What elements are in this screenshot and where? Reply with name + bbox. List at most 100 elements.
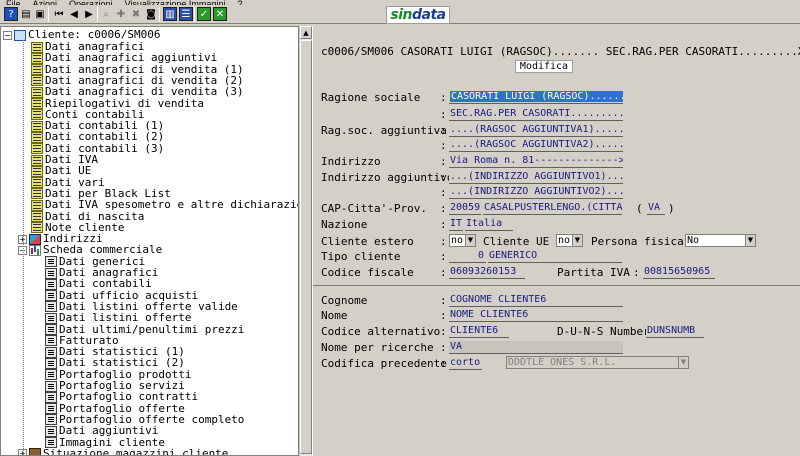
scroll-up-icon[interactable]: ▲ bbox=[300, 26, 312, 39]
label-cognome: Cognome bbox=[321, 294, 368, 307]
colon: : bbox=[440, 235, 447, 248]
colon: : bbox=[440, 250, 447, 263]
cliente-ue-select[interactable]: no ▼ bbox=[556, 234, 583, 247]
confirm-icon[interactable]: ✓ bbox=[197, 7, 211, 21]
form-icon bbox=[31, 75, 43, 87]
ragione-sociale-field-2[interactable]: SEC.RAG.PER CASORATI.........X bbox=[449, 108, 623, 121]
customer-icon bbox=[14, 29, 26, 41]
codice-fiscale-field[interactable]: 06093260153 bbox=[449, 266, 525, 279]
page-icon bbox=[45, 312, 57, 324]
rag-soc-aggiuntiva-field-2[interactable]: ....(RAGSOC AGGIUNTIVA2)...... bbox=[449, 139, 623, 152]
form-icon bbox=[31, 109, 43, 121]
codifica-precedente-field[interactable]: corto bbox=[449, 357, 482, 370]
colon: : bbox=[440, 108, 447, 121]
list-icon[interactable]: ☰ bbox=[179, 7, 193, 21]
label-cliente-ue: Cliente UE : bbox=[483, 235, 563, 248]
form-icon bbox=[31, 177, 43, 189]
page-icon bbox=[45, 335, 57, 347]
form-icon bbox=[31, 211, 43, 222]
codice-alternativo-field[interactable]: CLIENTE6 bbox=[449, 325, 509, 338]
page-icon bbox=[45, 403, 57, 415]
toolbar-separator bbox=[159, 7, 160, 22]
label-partita-iva: Partita IVA bbox=[557, 266, 630, 279]
codifica-precedente-select: DDDTLE ONES S.R.L. ▼ bbox=[506, 356, 689, 369]
cap-field[interactable]: 20059 bbox=[449, 202, 481, 215]
cliente-estero-value: no bbox=[451, 235, 464, 246]
form-icon bbox=[31, 154, 43, 166]
toolbar-separator bbox=[194, 7, 195, 22]
label-indirizzo: Indirizzo bbox=[321, 155, 381, 168]
page-icon bbox=[45, 267, 57, 279]
colon: : bbox=[440, 266, 447, 279]
form-icon bbox=[31, 143, 43, 155]
rag-soc-aggiuntiva-field-1[interactable]: ....(RAGSOC AGGIUNTIVA1)...... bbox=[449, 124, 623, 137]
provincia-field[interactable]: VA bbox=[647, 202, 665, 215]
nome-per-ricerche-field[interactable]: VA bbox=[449, 341, 623, 354]
indirizzo-aggiuntivo-field-1[interactable]: ...(INDIRIZZO AGGIUNTIVO1).... bbox=[449, 171, 623, 184]
paren-open: ( bbox=[636, 202, 643, 215]
cancel-icon[interactable]: ✕ bbox=[213, 7, 227, 21]
label-persona-fisica: Persona fisica : bbox=[591, 235, 697, 248]
ragione-sociale-field-1[interactable]: CASORATI LUIGI (RAGSOC)....... bbox=[449, 91, 623, 104]
colon: : bbox=[440, 218, 447, 231]
collapse-icon[interactable]: − bbox=[3, 30, 12, 40]
delete-icon[interactable]: ✖ bbox=[129, 7, 143, 21]
indirizzo-aggiuntivo-field-2[interactable]: ...(INDIRIZZO AGGIUNTIVO2).... bbox=[449, 186, 623, 199]
camera-icon[interactable]: ◙ bbox=[144, 7, 158, 21]
toolbar-separator bbox=[97, 7, 98, 22]
form-icon bbox=[31, 98, 43, 109]
window-icon[interactable]: ▥ bbox=[163, 7, 177, 21]
tree-item[interactable]: + Situazione magazzini cliente bbox=[18, 446, 229, 456]
label-cliente-estero: Cliente estero bbox=[321, 235, 414, 248]
print-icon[interactable]: ▤ bbox=[19, 7, 33, 21]
page-icon bbox=[45, 391, 57, 403]
persona-fisica-select[interactable]: No ▼ bbox=[685, 234, 756, 247]
search-icon[interactable]: ⌕ bbox=[99, 7, 113, 21]
chevron-down-icon[interactable]: ▼ bbox=[465, 235, 475, 246]
page-icon bbox=[45, 346, 57, 358]
paren-close: ) bbox=[668, 202, 675, 215]
scroll-thumb[interactable] bbox=[300, 40, 312, 454]
nazione-name-field: Italia bbox=[465, 218, 513, 231]
label-codice-fiscale: Codice fiscale bbox=[321, 266, 414, 279]
form-icon bbox=[31, 199, 43, 211]
save-icon[interactable]: ▣ bbox=[33, 7, 47, 21]
duns-number-field[interactable]: DUNSNUMB bbox=[646, 325, 704, 338]
chevron-down-icon[interactable]: ▼ bbox=[745, 235, 755, 246]
cognome-field[interactable]: COGNOME CLIENTE6 bbox=[449, 294, 623, 307]
form-icon bbox=[31, 222, 43, 234]
previous-record-icon[interactable]: ◀ bbox=[67, 7, 81, 21]
form-icon bbox=[31, 188, 43, 200]
page-icon bbox=[45, 278, 57, 290]
colon: : bbox=[440, 155, 447, 168]
colon: : bbox=[440, 294, 447, 307]
citta-field[interactable]: CASALPUSTERLENGO.(CITTA) bbox=[483, 202, 622, 215]
label-codifica-precedente: Codifica precedente bbox=[321, 357, 447, 370]
cliente-estero-select[interactable]: no ▼ bbox=[449, 234, 476, 247]
help-icon[interactable]: ? bbox=[4, 7, 18, 21]
label-nome-per-ricerche: Nome per ricerche bbox=[321, 341, 434, 354]
next-record-icon[interactable]: ▶ bbox=[82, 7, 96, 21]
label-codice-alternativo: Codice alternativo bbox=[321, 325, 441, 338]
tipo-cliente-code-field[interactable]: 0 bbox=[449, 250, 486, 263]
form-icon bbox=[31, 52, 43, 64]
chevron-down-icon[interactable]: ▼ bbox=[572, 235, 582, 246]
nome-field[interactable]: NOME CLIENTE6 bbox=[449, 309, 623, 322]
label-cap-citta-prov: CAP-Citta'-Prov. bbox=[321, 202, 427, 215]
tree-scrollbar[interactable]: ▲ bbox=[299, 26, 312, 456]
colon: : bbox=[440, 202, 447, 215]
indirizzo-field[interactable]: Via Roma n. 81--------------> bbox=[449, 155, 623, 168]
partita-iva-field[interactable]: 00815650965 bbox=[643, 266, 715, 279]
chevron-down-icon: ▼ bbox=[678, 357, 688, 368]
page-icon bbox=[45, 369, 57, 381]
add-icon[interactable]: ✚ bbox=[114, 7, 128, 21]
colon: : bbox=[440, 357, 447, 370]
modifica-button[interactable]: Modifica bbox=[515, 60, 573, 73]
tree-guide-line bbox=[23, 40, 24, 455]
page-icon bbox=[45, 301, 57, 313]
colon: : bbox=[440, 139, 447, 152]
nazione-code-field[interactable]: IT bbox=[449, 218, 463, 231]
page-icon bbox=[45, 425, 57, 437]
first-record-icon[interactable]: ⏮ bbox=[52, 7, 66, 21]
tree-item-label: Situazione magazzini cliente bbox=[43, 446, 229, 456]
